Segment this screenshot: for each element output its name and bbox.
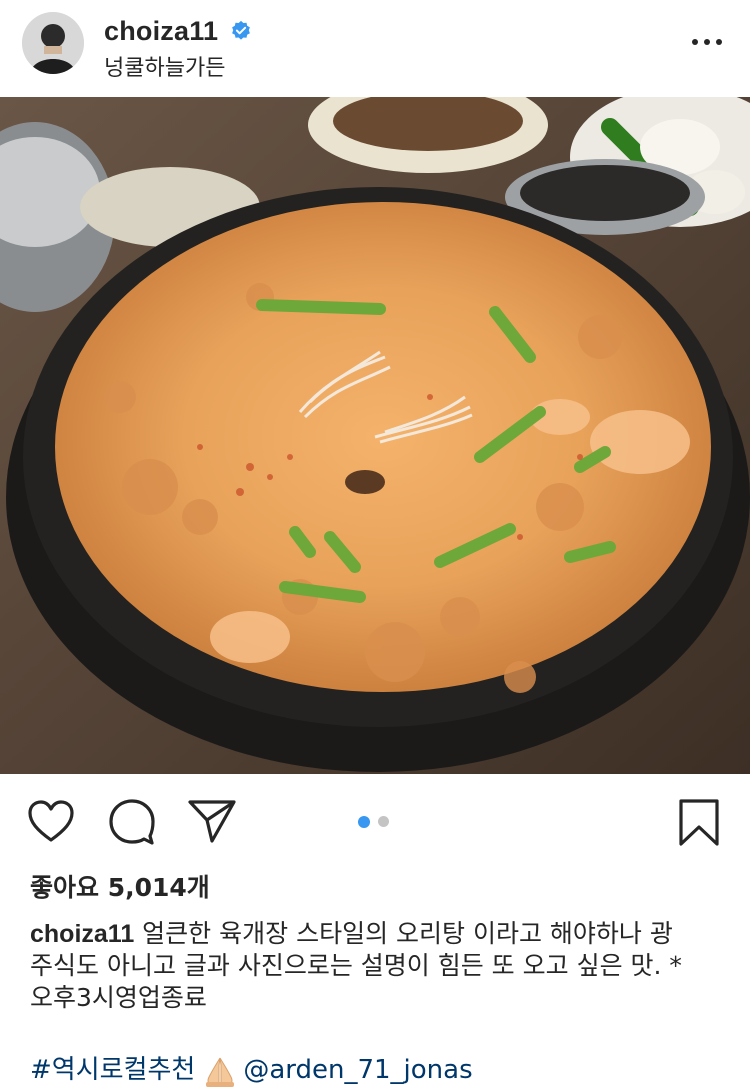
caption-line-1: choiza11 얼큰한 육개장 스타일의 오리탕 이라고 해야하나 광 <box>30 918 730 950</box>
post-caption: choiza11 얼큰한 육개장 스타일의 오리탕 이라고 해야하나 광 주식도… <box>30 918 730 1014</box>
heart-icon[interactable] <box>27 800 75 844</box>
carousel-dot-active <box>358 816 370 828</box>
more-options-icon[interactable] <box>688 30 726 54</box>
likes-count[interactable]: 좋아요 5,014개 <box>30 868 210 904</box>
post-location[interactable]: 넝쿨하늘가든 <box>104 50 225 82</box>
post-photo[interactable] <box>0 97 750 774</box>
food-photo-image <box>0 97 750 774</box>
caption-line-2: 주식도 아니고 글과 사진으로는 설명이 힘든 또 오고 싶은 맛. * <box>30 951 682 980</box>
caption-text-1: 얼큰한 육개장 스타일의 오리탕 이라고 해야하나 광 <box>134 919 673 948</box>
caption-tags: #역시로컬추천 @arden_71_jonas <box>30 1052 730 1088</box>
comment-icon[interactable] <box>108 798 156 846</box>
avatar[interactable] <box>22 12 84 74</box>
mention-link[interactable]: @arden_71_jonas <box>243 1055 472 1085</box>
verified-badge-icon <box>232 20 250 40</box>
bookmark-icon[interactable] <box>678 798 720 848</box>
carousel-indicator <box>358 816 398 830</box>
caption-line-3: 오후3시영업종료 <box>30 983 207 1012</box>
post-header: choiza11 넝쿨하늘가든 <box>0 0 750 96</box>
paper-plane-icon[interactable] <box>187 798 237 844</box>
hashtag-link[interactable]: #역시로컬추천 <box>30 1055 195 1085</box>
post-username[interactable]: choiza11 <box>104 16 218 47</box>
praying-hands-icon <box>206 1057 235 1087</box>
avatar-icon <box>22 12 84 74</box>
caption-username[interactable]: choiza11 <box>30 920 134 948</box>
carousel-dot <box>378 816 389 827</box>
